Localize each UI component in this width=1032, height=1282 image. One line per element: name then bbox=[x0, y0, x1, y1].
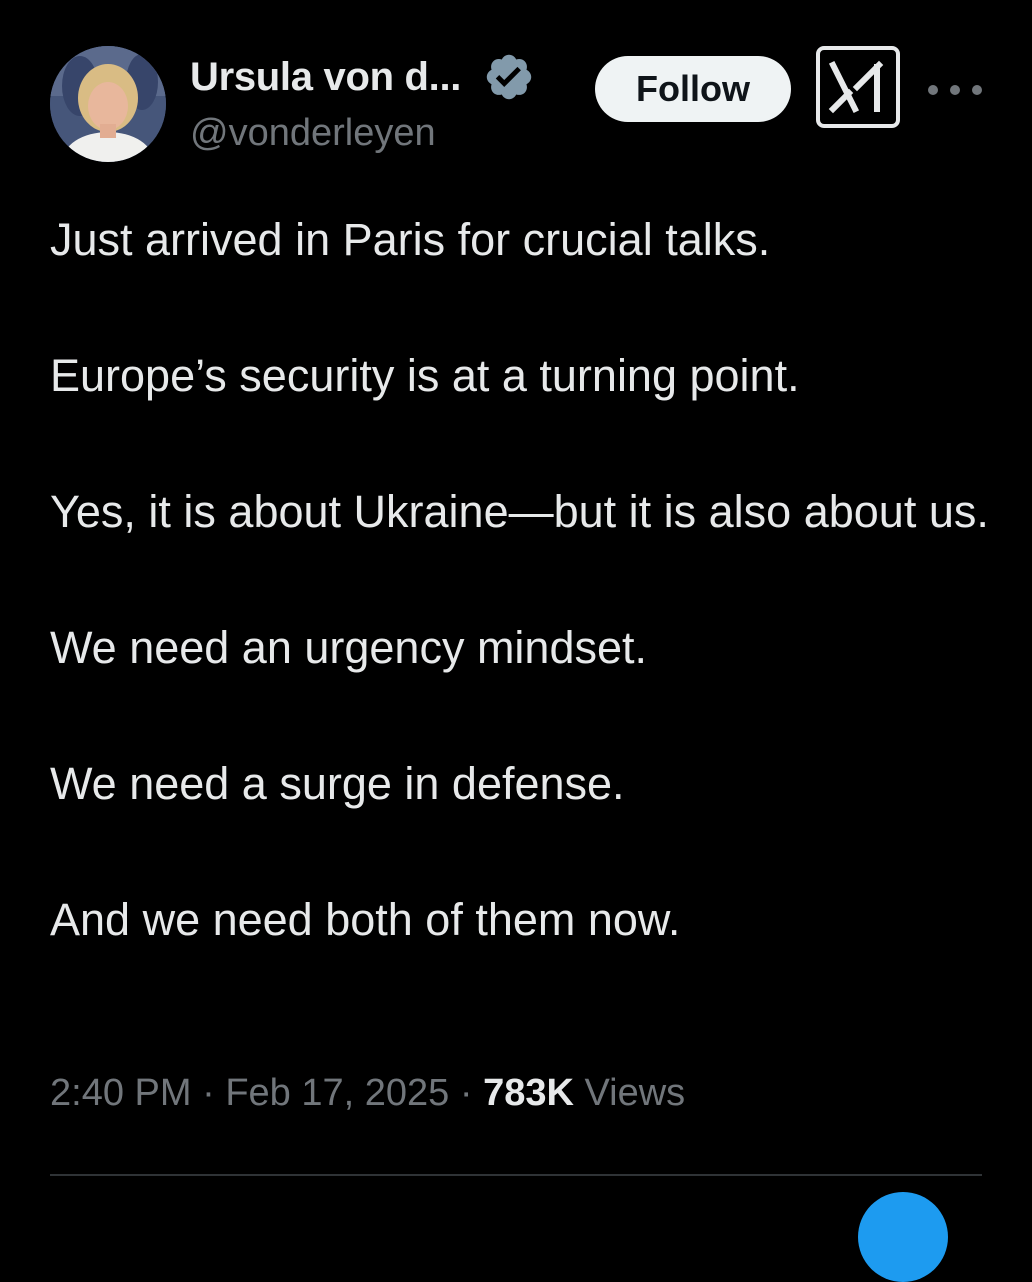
views-count[interactable]: 783K bbox=[483, 1072, 574, 1114]
tweet-paragraph: Just arrived in Paris for crucial talks. bbox=[50, 214, 771, 265]
author-display-name[interactable]: Ursula von d... bbox=[190, 55, 461, 100]
tweet-date[interactable]: Feb 17, 2025 bbox=[225, 1072, 449, 1114]
meta-separator: · bbox=[459, 1072, 473, 1114]
more-dot bbox=[950, 85, 960, 95]
floating-action-button[interactable] bbox=[858, 1192, 948, 1282]
tweet-paragraph: And we need both of them now. bbox=[50, 894, 681, 945]
tweet-paragraph: Europe’s security is at a turning point. bbox=[50, 350, 800, 401]
more-dot bbox=[928, 85, 938, 95]
tweet-text: Just arrived in Paris for crucial talks.… bbox=[50, 206, 1010, 954]
author-avatar[interactable] bbox=[50, 46, 166, 162]
tweet-container: Ursula von d... @vonderleyen Follow Just… bbox=[0, 0, 1032, 1282]
divider bbox=[50, 1174, 982, 1176]
more-options-icon[interactable] bbox=[928, 70, 982, 110]
views-label: Views bbox=[584, 1072, 686, 1114]
verified-badge-icon[interactable] bbox=[483, 51, 535, 103]
author-handle[interactable]: @vonderleyen bbox=[190, 112, 436, 155]
grok-icon[interactable] bbox=[816, 46, 900, 128]
tweet-paragraph: We need an urgency mindset. bbox=[50, 622, 648, 673]
tweet-meta: 2:40 PM · Feb 17, 2025 · 783K Views bbox=[50, 1072, 685, 1115]
follow-button[interactable]: Follow bbox=[595, 56, 791, 122]
more-dot bbox=[972, 85, 982, 95]
tweet-paragraph: We need a surge in defense. bbox=[50, 758, 625, 809]
tweet-paragraph: Yes, it is about Ukraine—but it is also … bbox=[50, 486, 989, 537]
author-name-row: Ursula von d... bbox=[190, 52, 535, 102]
avatar-photo bbox=[50, 46, 166, 162]
meta-separator: · bbox=[202, 1072, 215, 1114]
tweet-time[interactable]: 2:40 PM bbox=[50, 1072, 192, 1114]
